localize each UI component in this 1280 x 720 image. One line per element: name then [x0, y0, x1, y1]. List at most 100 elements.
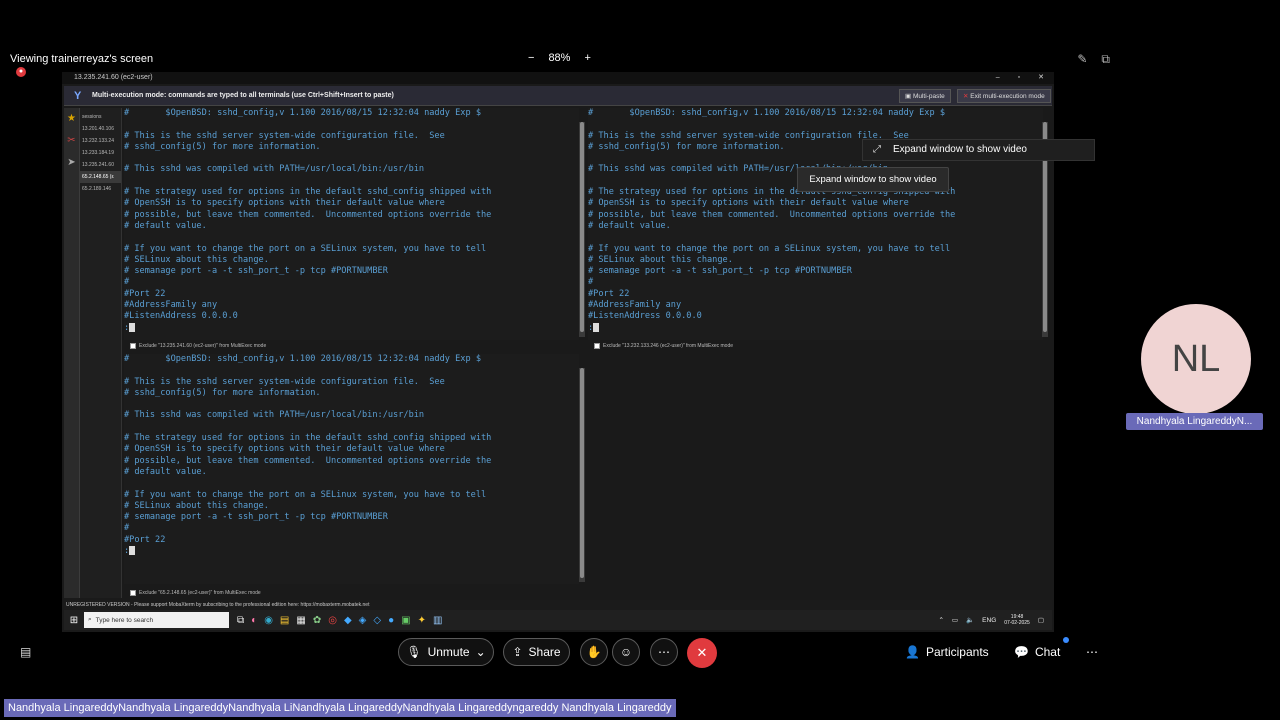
app-icon[interactable]: ▣ — [401, 615, 410, 626]
terminal-cursor-line: : — [588, 322, 1043, 334]
exclude-terminal-2[interactable]: Exclude "13.232.133.246 (ec2-user)" from… — [594, 343, 733, 349]
chevron-down-icon[interactable]: ⌄ — [476, 645, 486, 659]
checkbox[interactable] — [130, 590, 136, 596]
zoom-in-button[interactable]: + — [584, 52, 590, 64]
terminal-line: # sshd_config(5) for more information. — [124, 387, 321, 398]
taskbar-clock[interactable]: 19:48 07-02-2025 — [1004, 614, 1030, 626]
chevron-up-icon[interactable]: ⌃ — [938, 616, 943, 624]
viewing-label: Viewing trainerreyaz's screen — [10, 53, 154, 65]
participants-button[interactable]: 👤 Participants — [905, 645, 989, 659]
more-options-button[interactable]: ⋯ — [650, 638, 678, 666]
terminal-3-scrollbar[interactable] — [579, 368, 585, 582]
terminal-line: #ListenAddress 0.0.0.0 — [124, 311, 238, 322]
exit-multiexec-button[interactable]: ✕ Exit multi-execution mode — [957, 89, 1051, 103]
annotate-icon[interactable]: ✎ — [1077, 52, 1087, 67]
paste-icon: ▣ — [905, 93, 913, 100]
chat-button[interactable]: 💬 Chat — [1014, 645, 1060, 659]
scroll-thumb[interactable] — [580, 122, 584, 332]
windows-start-icon[interactable]: ⊞ — [64, 615, 84, 626]
participants-icon: 👤 — [905, 645, 920, 659]
exclude-label: Exclude "13.235.241.60 (ec2-user)" from … — [139, 343, 267, 349]
app-icon[interactable]: ◇ — [373, 615, 381, 626]
expand-icon: ⤢ — [873, 144, 881, 155]
app-icon[interactable]: ✿ — [313, 615, 321, 626]
task-view-icon[interactable]: ⧉ — [237, 615, 244, 626]
taskbar-search[interactable]: ⌕ Type here to search — [84, 612, 229, 628]
chat-label: Chat — [1034, 645, 1061, 659]
app-icon[interactable]: ◐ — [251, 615, 257, 626]
session-item-selected[interactable]: 65.2.148.65 (ε — [80, 171, 121, 183]
reactions-button[interactable]: ☺ — [612, 638, 640, 666]
app-icon[interactable]: ✦ — [418, 615, 426, 626]
unregistered-notice: UNREGISTERED VERSION - Please support Mo… — [64, 600, 1052, 610]
terminal-1-scrollbar[interactable] — [579, 122, 585, 337]
terminal-3[interactable]: # $OpenBSD: sshd_config,v 1.100 2016/08/… — [124, 354, 579, 584]
scroll-thumb[interactable] — [580, 368, 584, 578]
raise-hand-button[interactable]: ✋ — [580, 638, 608, 666]
exclude-terminal-1[interactable]: Exclude "13.235.241.60 (ec2-user)" from … — [130, 343, 266, 349]
volume-icon[interactable]: 🔈 — [966, 616, 974, 624]
maximize-icon[interactable]: ▫ — [1018, 72, 1020, 84]
recording-icon: ● — [16, 67, 26, 77]
terminal-cursor — [593, 322, 600, 332]
session-item[interactable]: 13.201.40.106 — [80, 123, 121, 135]
terminal-line: # semanage port -a -t ssh_port_t -p tcp … — [124, 512, 388, 523]
window-title: 13.235.241.60 (ec2-user) — [74, 74, 153, 81]
share-button[interactable]: ⇪ Share — [503, 638, 570, 666]
session-item[interactable]: 13.232.133.24 — [80, 135, 121, 147]
terminal-line: # OpenSSH is to specify options with the… — [124, 198, 445, 209]
taskbar-apps: ⧉ ◐ ◉ ▤ ▦ ✿ ◎ ◆ ◈ ◇ ● ▣ ✦ ▥ — [237, 615, 442, 626]
windows-taskbar: ⊞ ⌕ Type here to search ⧉ ◐ ◉ ▤ ▦ ✿ ◎ ◆ … — [64, 610, 1052, 630]
folder-icon[interactable]: ▤ — [280, 615, 289, 626]
language-indicator[interactable]: ENG — [982, 617, 996, 624]
terminal-cursor — [129, 322, 136, 332]
clock-date: 07-02-2025 — [1004, 620, 1030, 626]
expand-video-tooltip[interactable]: ⤢ Expand window to show video — [862, 139, 1095, 161]
store-icon[interactable]: ▦ — [296, 615, 305, 626]
exclude-terminal-3[interactable]: Exclude "65.2.148.65 (ec2-user)" from Mu… — [130, 590, 261, 596]
session-item[interactable]: 13.235.241.60 — [80, 159, 121, 171]
participant-avatar[interactable]: NL — [1141, 304, 1251, 414]
terminal-line: # If you want to change the port on a SE… — [124, 489, 487, 500]
app-icon[interactable]: ▥ — [433, 615, 442, 626]
popout-icon[interactable]: ⧉ — [1101, 52, 1110, 67]
more-icon[interactable]: ⋯ — [1086, 645, 1098, 659]
terminal-line: # sshd_config(5) for more information. — [124, 141, 321, 152]
captions-icon[interactable]: ▤ — [20, 645, 31, 659]
chrome-icon[interactable]: ◎ — [328, 615, 337, 626]
session-item[interactable]: 13.233.184.19 — [80, 147, 121, 159]
end-call-button[interactable]: ✕ — [687, 638, 717, 668]
star-icon[interactable]: ★ — [64, 108, 79, 130]
app-icon[interactable]: ● — [388, 615, 394, 626]
meeting-controls: ▤ 🎙 Unmute ⌄ ⇪ Share ✋ ☺ ⋯ ✕ 👤 Participa… — [0, 632, 1280, 672]
macro-icon[interactable]: ➤ — [64, 152, 79, 174]
sessions-header: sessions — [82, 114, 102, 120]
edge-icon[interactable]: ◉ — [264, 615, 273, 626]
zoom-out-button[interactable]: − — [528, 52, 534, 64]
terminal-line: # semanage port -a -t ssh_port_t -p tcp … — [124, 266, 388, 277]
network-icon[interactable]: ▭ — [952, 616, 958, 624]
live-caption: Nandhyala LingareddyNandhyala Lingareddy… — [4, 699, 676, 717]
app-icon[interactable]: ◆ — [344, 615, 352, 626]
checkbox[interactable] — [594, 343, 600, 349]
terminal-line: # default value. — [588, 220, 671, 231]
close-icon[interactable]: ✕ — [1038, 72, 1044, 84]
notification-icon[interactable]: ▢ — [1038, 616, 1044, 624]
session-item[interactable]: 65.2.189.146 — [80, 183, 121, 195]
terminal-1[interactable]: # $OpenBSD: sshd_config,v 1.100 2016/08/… — [124, 108, 579, 340]
app-icon[interactable]: ◈ — [359, 615, 367, 626]
checkbox[interactable] — [130, 343, 136, 349]
terminal-line: # SELinux about this change. — [124, 500, 269, 511]
participants-label: Participants — [925, 645, 989, 659]
tools-icon[interactable]: ✂ — [64, 130, 79, 152]
unmute-button[interactable]: 🎙 Unmute ⌄ — [398, 638, 494, 666]
terminal-line: # default value. — [124, 220, 207, 231]
terminal-line: # SELinux about this change. — [124, 254, 269, 265]
terminal-line: #Port 22 — [588, 288, 630, 299]
search-placeholder: Type here to search — [95, 616, 154, 624]
multi-paste-button[interactable]: ▣ Multi-paste — [899, 89, 951, 103]
minimize-icon[interactable]: – — [996, 72, 1000, 84]
